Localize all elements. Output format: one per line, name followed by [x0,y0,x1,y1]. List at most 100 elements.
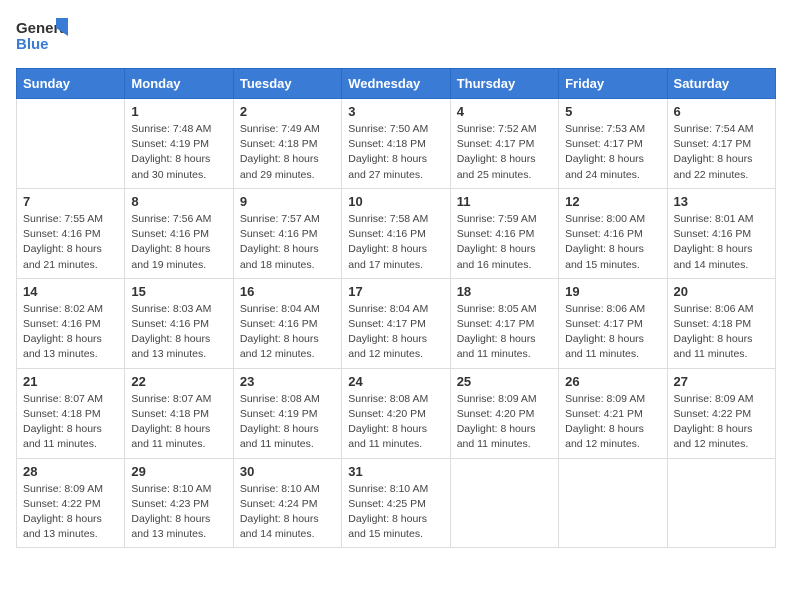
calendar-week-row: 21 Sunrise: 8:07 AMSunset: 4:18 PMDayligh… [17,368,776,458]
day-info: Sunrise: 8:02 AMSunset: 4:16 PMDaylight:… [23,302,118,363]
day-info: Sunrise: 8:04 AMSunset: 4:17 PMDaylight:… [348,302,443,363]
day-info: Sunrise: 7:59 AMSunset: 4:16 PMDaylight:… [457,212,552,273]
day-number: 28 [23,464,118,479]
calendar-week-row: 1Sunrise: 7:48 AMSunset: 4:19 PMDaylight… [17,99,776,189]
svg-text:Blue: Blue [16,36,49,53]
day-info: Sunrise: 8:05 AMSunset: 4:17 PMDaylight:… [457,302,552,363]
day-info: Sunrise: 8:00 AMSunset: 4:16 PMDaylight:… [565,212,660,273]
page-header: GeneralBlue [16,16,776,56]
logo-svg: GeneralBlue [16,16,68,56]
day-number: 17 [348,284,443,299]
calendar-cell: 5Sunrise: 7:53 AMSunset: 4:17 PMDaylight… [559,99,667,189]
day-number: 31 [348,464,443,479]
calendar-cell: 24Sunrise: 8:08 AMSunset: 4:20 PMDayligh… [342,368,450,458]
day-number: 15 [131,284,226,299]
day-number: 21 [23,374,118,389]
calendar-cell: 3 Sunrise: 7:50 AMSunset: 4:18 PMDaylight… [342,99,450,189]
day-info: Sunrise: 7:49 AMSunset: 4:18 PMDaylight:… [240,122,335,183]
day-info: Sunrise: 7:56 AMSunset: 4:16 PMDaylight:… [131,212,226,273]
calendar-cell [17,99,125,189]
calendar-cell: 28 Sunrise: 8:09 AMSunset: 4:22 PMDayligh… [17,458,125,548]
calendar-cell [559,458,667,548]
day-info: Sunrise: 8:04 AMSunset: 4:16 PMDaylight:… [240,302,335,363]
day-number: 9 [240,194,335,209]
day-info: Sunrise: 8:09 AMSunset: 4:21 PMDaylight:… [565,392,660,453]
calendar-cell: 21Sunrise: 8:07 AMSunset: 4:18 PMDayligh… [17,368,125,458]
calendar-cell: 13 Sunrise: 8:01 AMSunset: 4:16 PMDayligh… [667,188,775,278]
calendar-cell: 18 Sunrise: 8:05 AMSunset: 4:17 PMDayligh… [450,278,558,368]
calendar-week-row: 28 Sunrise: 8:09 AMSunset: 4:22 PMDayligh… [17,458,776,548]
calendar-header-row: SundayMondayTuesdayWednesdayThursdayFrid… [17,69,776,99]
calendar-cell: 14 Sunrise: 8:02 AMSunset: 4:16 PMDayligh… [17,278,125,368]
calendar-cell: 7Sunrise: 7:55 AMSunset: 4:16 PMDaylight… [17,188,125,278]
day-info: Sunrise: 8:01 AMSunset: 4:16 PMDaylight:… [674,212,769,273]
calendar-cell: 15 Sunrise: 8:03 AMSunset: 4:16 PMDayligh… [125,278,233,368]
day-info: Sunrise: 7:53 AMSunset: 4:17 PMDaylight:… [565,122,660,183]
calendar-cell: 1Sunrise: 7:48 AMSunset: 4:19 PMDaylight… [125,99,233,189]
day-info: Sunrise: 8:10 AMSunset: 4:25 PMDaylight:… [348,482,443,543]
day-number: 12 [565,194,660,209]
weekday-header: Thursday [450,69,558,99]
weekday-header: Wednesday [342,69,450,99]
weekday-header: Tuesday [233,69,341,99]
calendar-cell: 19Sunrise: 8:06 AMSunset: 4:17 PMDayligh… [559,278,667,368]
calendar-cell: 4 Sunrise: 7:52 AMSunset: 4:17 PMDaylight… [450,99,558,189]
day-info: Sunrise: 8:06 AMSunset: 4:18 PMDaylight:… [674,302,769,363]
calendar-cell: 23 Sunrise: 8:08 AMSunset: 4:19 PMDayligh… [233,368,341,458]
day-number: 24 [348,374,443,389]
day-number: 13 [674,194,769,209]
day-number: 10 [348,194,443,209]
day-number: 8 [131,194,226,209]
calendar-cell: 29Sunrise: 8:10 AMSunset: 4:23 PMDayligh… [125,458,233,548]
weekday-header: Sunday [17,69,125,99]
calendar-cell [450,458,558,548]
day-info: Sunrise: 8:07 AMSunset: 4:18 PMDaylight:… [131,392,226,453]
calendar-cell [667,458,775,548]
day-number: 6 [674,104,769,119]
calendar-week-row: 7Sunrise: 7:55 AMSunset: 4:16 PMDaylight… [17,188,776,278]
day-number: 18 [457,284,552,299]
day-number: 4 [457,104,552,119]
day-number: 25 [457,374,552,389]
day-info: Sunrise: 7:48 AMSunset: 4:19 PMDaylight:… [131,122,226,183]
day-number: 27 [674,374,769,389]
day-info: Sunrise: 8:10 AMSunset: 4:24 PMDaylight:… [240,482,335,543]
calendar-week-row: 14 Sunrise: 8:02 AMSunset: 4:16 PMDayligh… [17,278,776,368]
day-info: Sunrise: 7:57 AMSunset: 4:16 PMDaylight:… [240,212,335,273]
weekday-header: Monday [125,69,233,99]
calendar-cell: 16 Sunrise: 8:04 AMSunset: 4:16 PMDayligh… [233,278,341,368]
day-number: 16 [240,284,335,299]
calendar-cell: 26 Sunrise: 8:09 AMSunset: 4:21 PMDayligh… [559,368,667,458]
day-info: Sunrise: 8:09 AMSunset: 4:22 PMDaylight:… [23,482,118,543]
calendar-cell: 25Sunrise: 8:09 AMSunset: 4:20 PMDayligh… [450,368,558,458]
day-info: Sunrise: 8:10 AMSunset: 4:23 PMDaylight:… [131,482,226,543]
calendar-cell: 27 Sunrise: 8:09 AMSunset: 4:22 PMDayligh… [667,368,775,458]
calendar-cell: 22 Sunrise: 8:07 AMSunset: 4:18 PMDayligh… [125,368,233,458]
logo: GeneralBlue [16,16,68,56]
day-info: Sunrise: 8:03 AMSunset: 4:16 PMDaylight:… [131,302,226,363]
calendar-cell: 9 Sunrise: 7:57 AMSunset: 4:16 PMDaylight… [233,188,341,278]
calendar-cell: 17 Sunrise: 8:04 AMSunset: 4:17 PMDayligh… [342,278,450,368]
day-number: 14 [23,284,118,299]
day-info: Sunrise: 7:55 AMSunset: 4:16 PMDaylight:… [23,212,118,273]
day-info: Sunrise: 7:54 AMSunset: 4:17 PMDaylight:… [674,122,769,183]
day-info: Sunrise: 8:09 AMSunset: 4:22 PMDaylight:… [674,392,769,453]
day-info: Sunrise: 8:08 AMSunset: 4:19 PMDaylight:… [240,392,335,453]
day-number: 23 [240,374,335,389]
day-info: Sunrise: 7:52 AMSunset: 4:17 PMDaylight:… [457,122,552,183]
day-number: 26 [565,374,660,389]
calendar-cell: 10 Sunrise: 7:58 AMSunset: 4:16 PMDayligh… [342,188,450,278]
calendar-cell: 20 Sunrise: 8:06 AMSunset: 4:18 PMDayligh… [667,278,775,368]
weekday-header: Saturday [667,69,775,99]
calendar-cell: 30 Sunrise: 8:10 AMSunset: 4:24 PMDayligh… [233,458,341,548]
day-number: 3 [348,104,443,119]
calendar-cell: 12 Sunrise: 8:00 AMSunset: 4:16 PMDayligh… [559,188,667,278]
day-info: Sunrise: 7:50 AMSunset: 4:18 PMDaylight:… [348,122,443,183]
calendar-cell: 31 Sunrise: 8:10 AMSunset: 4:25 PMDayligh… [342,458,450,548]
day-number: 2 [240,104,335,119]
day-number: 20 [674,284,769,299]
day-number: 22 [131,374,226,389]
calendar-cell: 6 Sunrise: 7:54 AMSunset: 4:17 PMDaylight… [667,99,775,189]
day-info: Sunrise: 7:58 AMSunset: 4:16 PMDaylight:… [348,212,443,273]
day-number: 30 [240,464,335,479]
